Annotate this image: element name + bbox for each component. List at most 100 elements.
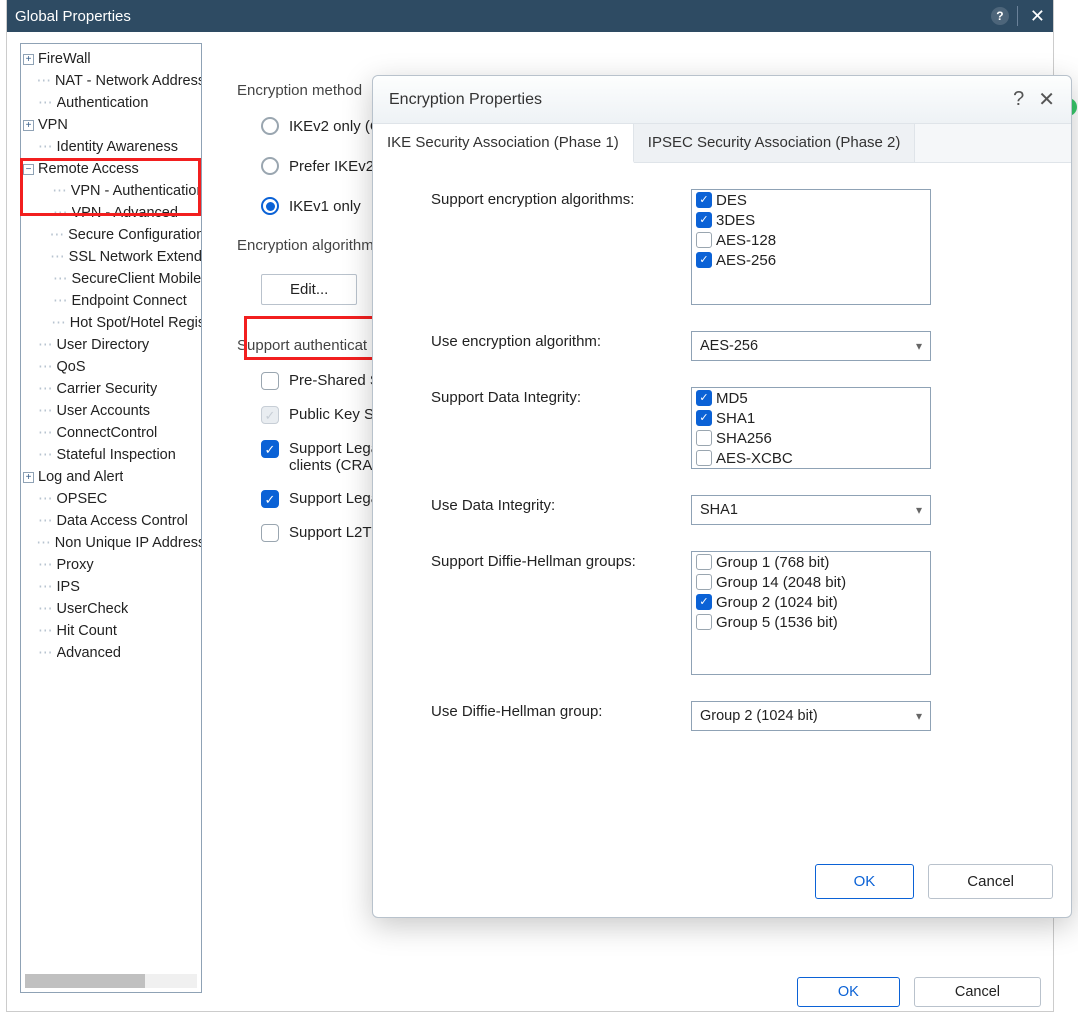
list-item[interactable]: SHA1: [692, 408, 930, 428]
list-item[interactable]: AES-XCBC: [692, 448, 930, 468]
list-item-label: Group 14 (2048 bit): [716, 574, 846, 591]
tab-ike-phase1[interactable]: IKE Security Association (Phase 1): [373, 124, 634, 163]
tree-item[interactable]: + VPN: [21, 114, 201, 136]
tree-item[interactable]: ⋯Non Unique IP Address R: [21, 532, 201, 554]
tree-item[interactable]: ⋯Hit Count: [21, 620, 201, 642]
tree-item[interactable]: ⋯SecureClient Mobile: [21, 268, 201, 290]
titlebar-separator: [1017, 6, 1018, 26]
checkbox-icon: [261, 490, 279, 508]
label-use-data-integrity: Use Data Integrity:: [431, 495, 691, 514]
cancel-button[interactable]: Cancel: [928, 864, 1053, 899]
help-icon[interactable]: ?: [1013, 88, 1024, 111]
ok-button[interactable]: OK: [797, 977, 900, 1007]
bullet-icon: ⋯: [50, 227, 65, 243]
tree-item[interactable]: ⋯Data Access Control: [21, 510, 201, 532]
expand-icon[interactable]: +: [23, 54, 34, 65]
list-item-label: Group 5 (1536 bit): [716, 614, 838, 631]
tree-item[interactable]: ⋯Secure Configuration V: [21, 224, 201, 246]
checkbox-icon: [696, 212, 712, 228]
bullet-icon: ⋯: [38, 491, 53, 507]
tree-item[interactable]: −Remote Access: [21, 158, 201, 180]
checkbox-icon: [696, 594, 712, 610]
use-data-integrity-dropdown[interactable]: SHA1 ▾: [691, 495, 931, 525]
use-enc-alg-dropdown[interactable]: AES-256 ▾: [691, 331, 931, 361]
bullet-icon: ⋯: [38, 557, 53, 573]
tree-item[interactable]: ⋯User Directory: [21, 334, 201, 356]
list-item[interactable]: Group 1 (768 bit): [692, 552, 930, 572]
tree-item[interactable]: ⋯Authentication: [21, 92, 201, 114]
tree-item[interactable]: ⋯SSL Network Extender: [21, 246, 201, 268]
bullet-icon: ⋯: [38, 579, 53, 595]
sidebar-scroll[interactable]: [25, 974, 197, 988]
tree-item[interactable]: ⋯VPN - Authentication: [21, 180, 201, 202]
tree-item[interactable]: +Log and Alert: [21, 466, 201, 488]
list-item[interactable]: SHA256: [692, 428, 930, 448]
chevron-down-icon: ▾: [916, 339, 922, 353]
list-item[interactable]: MD5: [692, 388, 930, 408]
tab-ipsec-phase2[interactable]: IPSEC Security Association (Phase 2): [634, 124, 916, 162]
ok-button[interactable]: OK: [815, 864, 915, 899]
list-item[interactable]: Group 5 (1536 bit): [692, 612, 930, 632]
cancel-button[interactable]: Cancel: [914, 977, 1041, 1007]
tree-item[interactable]: ⋯Stateful Inspection: [21, 444, 201, 466]
list-item-label: AES-XCBC: [716, 450, 793, 467]
scroll-thumb[interactable]: [25, 974, 145, 988]
encryption-properties-dialog: Encryption Properties ? ✕ IKE Security A…: [372, 75, 1072, 918]
tree-item[interactable]: ⋯Advanced: [21, 642, 201, 664]
list-item-label: SHA256: [716, 430, 772, 447]
use-dh-group-dropdown[interactable]: Group 2 (1024 bit) ▾: [691, 701, 931, 731]
label-support-enc-alg: Support encryption algorithms:: [431, 189, 691, 208]
tree-item-label: ConnectControl: [57, 425, 158, 441]
support-data-integrity-list[interactable]: MD5SHA1 SHA256 AES-XCBC: [691, 387, 931, 469]
bullet-icon: ⋯: [38, 447, 53, 463]
tree-item[interactable]: ⋯Proxy: [21, 554, 201, 576]
expand-icon[interactable]: +: [23, 472, 34, 483]
help-icon[interactable]: ?: [991, 7, 1009, 25]
expand-icon[interactable]: +: [23, 120, 34, 131]
list-item[interactable]: AES-128: [692, 230, 930, 250]
tree-item[interactable]: +FireWall: [21, 48, 201, 70]
bullet-icon: ⋯: [50, 249, 65, 265]
tree-item-label: Remote Access: [38, 161, 139, 177]
tree-item[interactable]: ⋯QoS: [21, 356, 201, 378]
section-title: Encryption algorithm: [237, 237, 374, 254]
tree-item[interactable]: ⋯Endpoint Connect: [21, 290, 201, 312]
tree-item[interactable]: ⋯IPS: [21, 576, 201, 598]
tree-item[interactable]: ⋯OPSEC: [21, 488, 201, 510]
list-item[interactable]: Group 14 (2048 bit): [692, 572, 930, 592]
tree-item[interactable]: ⋯Identity Awareness: [21, 136, 201, 158]
checkbox-icon: [696, 430, 712, 446]
dropdown-value: AES-256: [700, 338, 758, 354]
tree-item[interactable]: ⋯ConnectControl: [21, 422, 201, 444]
tree-item[interactable]: ⋯UserCheck: [21, 598, 201, 620]
tree-item-label: VPN: [38, 117, 68, 133]
tree-item[interactable]: ⋯Carrier Security: [21, 378, 201, 400]
bullet-icon: ⋯: [38, 513, 53, 529]
edit-button[interactable]: Edit...: [261, 274, 357, 305]
tree-item[interactable]: ⋯User Accounts: [21, 400, 201, 422]
tree-item-label: SSL Network Extender: [69, 249, 201, 265]
tree-item[interactable]: ⋯Hot Spot/Hotel Regist: [21, 312, 201, 334]
list-item[interactable]: DES: [692, 190, 930, 210]
close-icon[interactable]: ✕: [1038, 87, 1055, 112]
bullet-icon: ⋯: [53, 271, 68, 287]
bullet-icon: ⋯: [38, 139, 53, 155]
bullet-icon: ⋯: [36, 535, 51, 551]
tree-item[interactable]: ⋯NAT - Network Address T: [21, 70, 201, 92]
bullet-icon: ⋯: [38, 645, 53, 661]
tree-item-label: Identity Awareness: [57, 139, 178, 155]
checkbox-icon: [696, 450, 712, 466]
list-item[interactable]: 3DES: [692, 210, 930, 230]
label-use-dh-group: Use Diffie-Hellman group:: [431, 701, 691, 720]
tree-item-label: QoS: [57, 359, 86, 375]
label-use-enc-alg: Use encryption algorithm:: [431, 331, 691, 350]
tree-item[interactable]: ⋯VPN - Advanced: [21, 202, 201, 224]
support-dh-groups-list[interactable]: Group 1 (768 bit)Group 14 (2048 bit)Grou…: [691, 551, 931, 675]
radio-label: IKEv1 only: [289, 198, 361, 215]
main-button-row: OK Cancel: [797, 977, 1041, 1007]
list-item[interactable]: Group 2 (1024 bit): [692, 592, 930, 612]
collapse-icon[interactable]: −: [23, 164, 34, 175]
close-icon[interactable]: ✕: [1030, 6, 1045, 27]
support-enc-alg-list[interactable]: DES3DESAES-128AES-256: [691, 189, 931, 305]
list-item[interactable]: AES-256: [692, 250, 930, 270]
